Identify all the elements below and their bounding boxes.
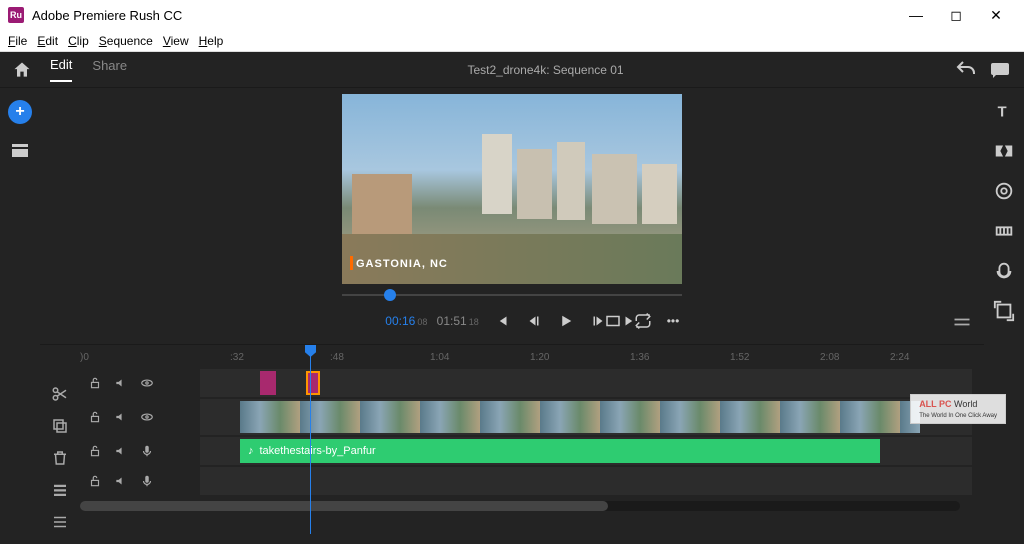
menu-help[interactable]: Help: [199, 34, 224, 48]
window-title: Adobe Premiere Rush CC: [32, 8, 896, 23]
video-frame[interactable]: GASTONIA, NC: [342, 94, 682, 284]
title-clip-1[interactable]: [260, 371, 276, 395]
music-note-icon: ♪: [248, 445, 254, 457]
playhead[interactable]: [310, 345, 311, 534]
location-overlay-text: GASTONIA, NC: [356, 258, 448, 270]
lock-icon[interactable]: [88, 376, 102, 390]
track-video: [80, 399, 972, 435]
ruler-mark: :32: [230, 352, 244, 363]
overlay-accent-bar: [350, 256, 353, 270]
minimize-button[interactable]: —: [896, 0, 936, 30]
titles-icon[interactable]: T: [993, 100, 1015, 122]
project-panel-icon[interactable]: [8, 138, 32, 162]
ruler-mark: 1:20: [530, 352, 549, 363]
lock-icon[interactable]: [88, 410, 102, 424]
comment-icon[interactable]: [988, 58, 1012, 82]
track-audio-1: ♪ takethestairs-by_Panfur: [80, 437, 972, 465]
ruler-mark: )0: [80, 352, 89, 363]
speed-icon[interactable]: [993, 220, 1015, 242]
ruler-mark: 1:04: [430, 352, 449, 363]
close-button[interactable]: ✕: [976, 0, 1016, 30]
audio-clip[interactable]: ♪ takethestairs-by_Panfur: [240, 439, 880, 463]
tab-share[interactable]: Share: [92, 58, 127, 81]
lock-icon[interactable]: [88, 444, 102, 458]
track-title: [80, 369, 972, 397]
home-icon[interactable]: [12, 60, 32, 80]
watermark: ALL PC World The World In One Click Away: [910, 394, 1006, 424]
transform-icon[interactable]: [993, 300, 1015, 322]
more-icon[interactable]: •••: [664, 312, 682, 330]
app-logo-icon: Ru: [8, 7, 24, 23]
video-clip[interactable]: [240, 401, 920, 433]
menu-clip[interactable]: Clip: [68, 34, 89, 48]
go-start-icon[interactable]: [493, 312, 511, 330]
lock-icon[interactable]: [88, 474, 102, 488]
visibility-icon[interactable]: [140, 376, 154, 390]
playback-controls: 00:1608 01:5118 •••: [342, 304, 682, 338]
title-clip-selected[interactable]: [306, 371, 320, 395]
ruler-mark: 1:52: [730, 352, 749, 363]
delete-icon[interactable]: [51, 449, 69, 467]
mute-icon[interactable]: [114, 410, 128, 424]
loop-icon[interactable]: [634, 312, 652, 330]
mic-icon[interactable]: [140, 474, 154, 488]
audio-clip-label: takethestairs-by_Panfur: [260, 445, 376, 457]
menu-file[interactable]: File: [8, 34, 27, 48]
ruler-mark: :48: [330, 352, 344, 363]
scissors-icon[interactable]: [51, 385, 69, 403]
scrub-handle[interactable]: [384, 289, 396, 301]
maximize-button[interactable]: ◻: [936, 0, 976, 30]
track-options-icon[interactable]: [51, 481, 69, 499]
app-topbar: Edit Share Test2_drone4k: Sequence 01: [0, 52, 1024, 88]
step-back-icon[interactable]: [525, 312, 543, 330]
timeline-scrollbar[interactable]: [80, 501, 960, 511]
right-toolbar: T: [984, 88, 1024, 544]
scrub-bar[interactable]: [342, 286, 682, 304]
ruler-mark: 2:08: [820, 352, 839, 363]
visibility-icon[interactable]: [140, 410, 154, 424]
timeline-view-icon[interactable]: [952, 315, 972, 329]
time-ruler[interactable]: )0 :32 :48 1:04 1:20 1:36 1:52 2:08 2:24: [80, 345, 984, 369]
ruler-mark: 1:36: [630, 352, 649, 363]
audio-icon[interactable]: [993, 260, 1015, 282]
mute-icon[interactable]: [114, 474, 128, 488]
undo-icon[interactable]: [954, 58, 978, 82]
track-audio-2: [80, 467, 972, 495]
ruler-mark: 2:24: [890, 352, 909, 363]
video-preview: GASTONIA, NC 00:1608 01:5118: [342, 94, 682, 338]
menu-view[interactable]: View: [163, 34, 189, 48]
add-media-button[interactable]: +: [8, 100, 32, 124]
window-titlebar: Ru Adobe Premiere Rush CC — ◻ ✕: [0, 0, 1024, 30]
duplicate-icon[interactable]: [51, 417, 69, 435]
timeline-left-tools: [40, 345, 80, 544]
expand-tracks-icon[interactable]: [51, 513, 69, 531]
mic-icon[interactable]: [140, 444, 154, 458]
color-icon[interactable]: [993, 180, 1015, 202]
svg-text:T: T: [998, 105, 1007, 121]
tab-edit[interactable]: Edit: [50, 57, 72, 82]
mute-icon[interactable]: [114, 376, 128, 390]
fullscreen-icon[interactable]: [604, 312, 622, 330]
left-toolbar: +: [0, 88, 40, 544]
transitions-icon[interactable]: [993, 140, 1015, 162]
timecode: 00:1608 01:5118: [385, 314, 478, 328]
menu-edit[interactable]: Edit: [37, 34, 58, 48]
scrollbar-thumb[interactable]: [80, 501, 608, 511]
timeline: )0 :32 :48 1:04 1:20 1:36 1:52 2:08 2:24: [40, 344, 984, 544]
menu-sequence[interactable]: Sequence: [99, 34, 153, 48]
project-title: Test2_drone4k: Sequence 01: [147, 63, 944, 77]
mute-icon[interactable]: [114, 444, 128, 458]
menu-bar: File Edit Clip Sequence View Help: [0, 30, 1024, 52]
play-icon[interactable]: [557, 312, 575, 330]
